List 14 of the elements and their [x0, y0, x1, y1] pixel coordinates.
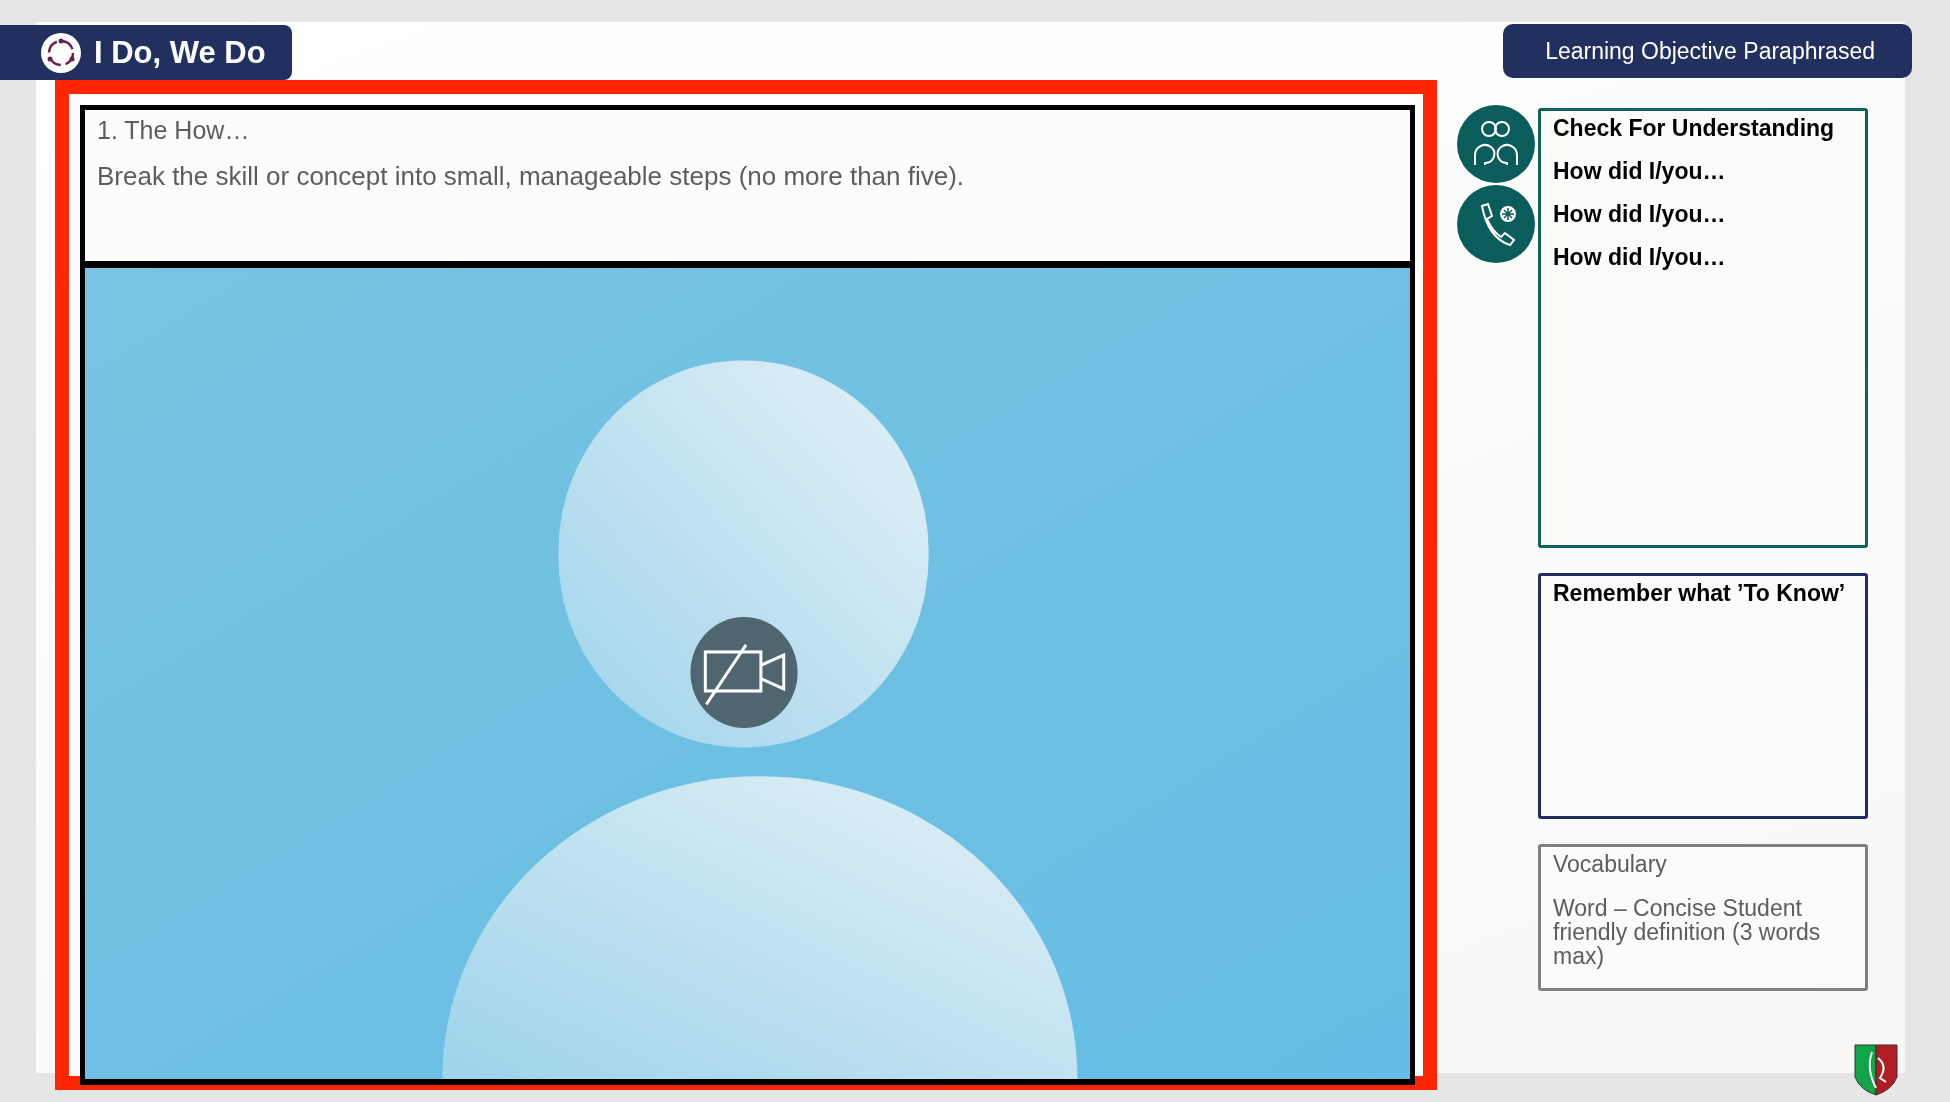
objective-text: Learning Objective Paraphrased: [1545, 37, 1875, 65]
slide-title: I Do, We Do: [94, 34, 266, 71]
question-prompt: How did I/you…: [1553, 201, 1727, 228]
card-title: Vocabulary: [1553, 851, 1668, 878]
card-title: Remember what ’To Know’: [1553, 580, 1847, 607]
definition-text: Word – Concise Student friendly definition (3 words max): [1553, 896, 1822, 969]
question-prompt: How did I/you…: [1553, 244, 1727, 271]
instruction-text: Break the skill or concept into small, manageable steps (no more than five).: [97, 161, 966, 192]
question-prompt: How did I/you…: [1553, 158, 1727, 185]
step-heading: 1. The How…: [97, 116, 251, 145]
camera-off-icon: [690, 617, 798, 728]
cycle-icon: [40, 31, 82, 74]
card-title: Check For Understanding: [1553, 115, 1836, 142]
shield-logo-icon: [1854, 1044, 1898, 1096]
